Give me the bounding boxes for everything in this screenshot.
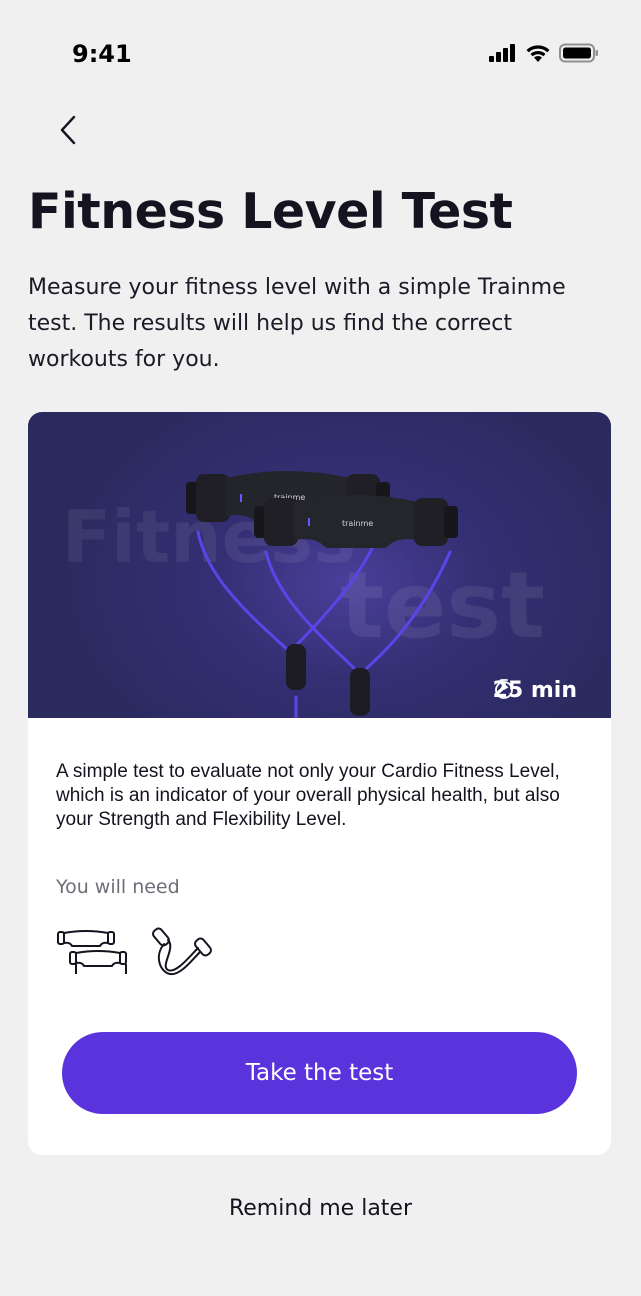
remind-me-later-link[interactable]: Remind me later (0, 1196, 641, 1221)
status-icons (489, 43, 599, 63)
stopwatch-icon (494, 679, 513, 699)
handle-brand-front: trainme (342, 519, 373, 528)
status-bar: 9:41 (0, 0, 641, 100)
hero-image: Fitness test trainme trainme 25 min (28, 412, 611, 718)
equipment-list (56, 926, 216, 978)
battery-icon (559, 43, 598, 63)
you-will-need-label: You will need (56, 876, 180, 898)
handles-with-rope-illustration: Fitness test trainme trainme (62, 471, 545, 718)
page-title: Fitness Level Test (28, 183, 513, 240)
take-test-button[interactable]: Take the test (62, 1032, 577, 1114)
card-description: A simple test to evaluate not only your … (56, 761, 560, 830)
cellular-signal-icon (489, 44, 515, 62)
fitness-test-card: Fitness test trainme trainme 25 min A si… (28, 412, 611, 1155)
status-time: 9:41 (72, 40, 132, 68)
jump-rope-icon (152, 927, 212, 976)
handles-icon (57, 930, 127, 974)
duration-badge: 25 min (493, 678, 577, 703)
wifi-icon (526, 45, 550, 62)
page-description: Measure your fitness level with a simple… (28, 275, 566, 372)
chevron-left-icon (60, 115, 76, 145)
back-button[interactable] (46, 108, 90, 152)
